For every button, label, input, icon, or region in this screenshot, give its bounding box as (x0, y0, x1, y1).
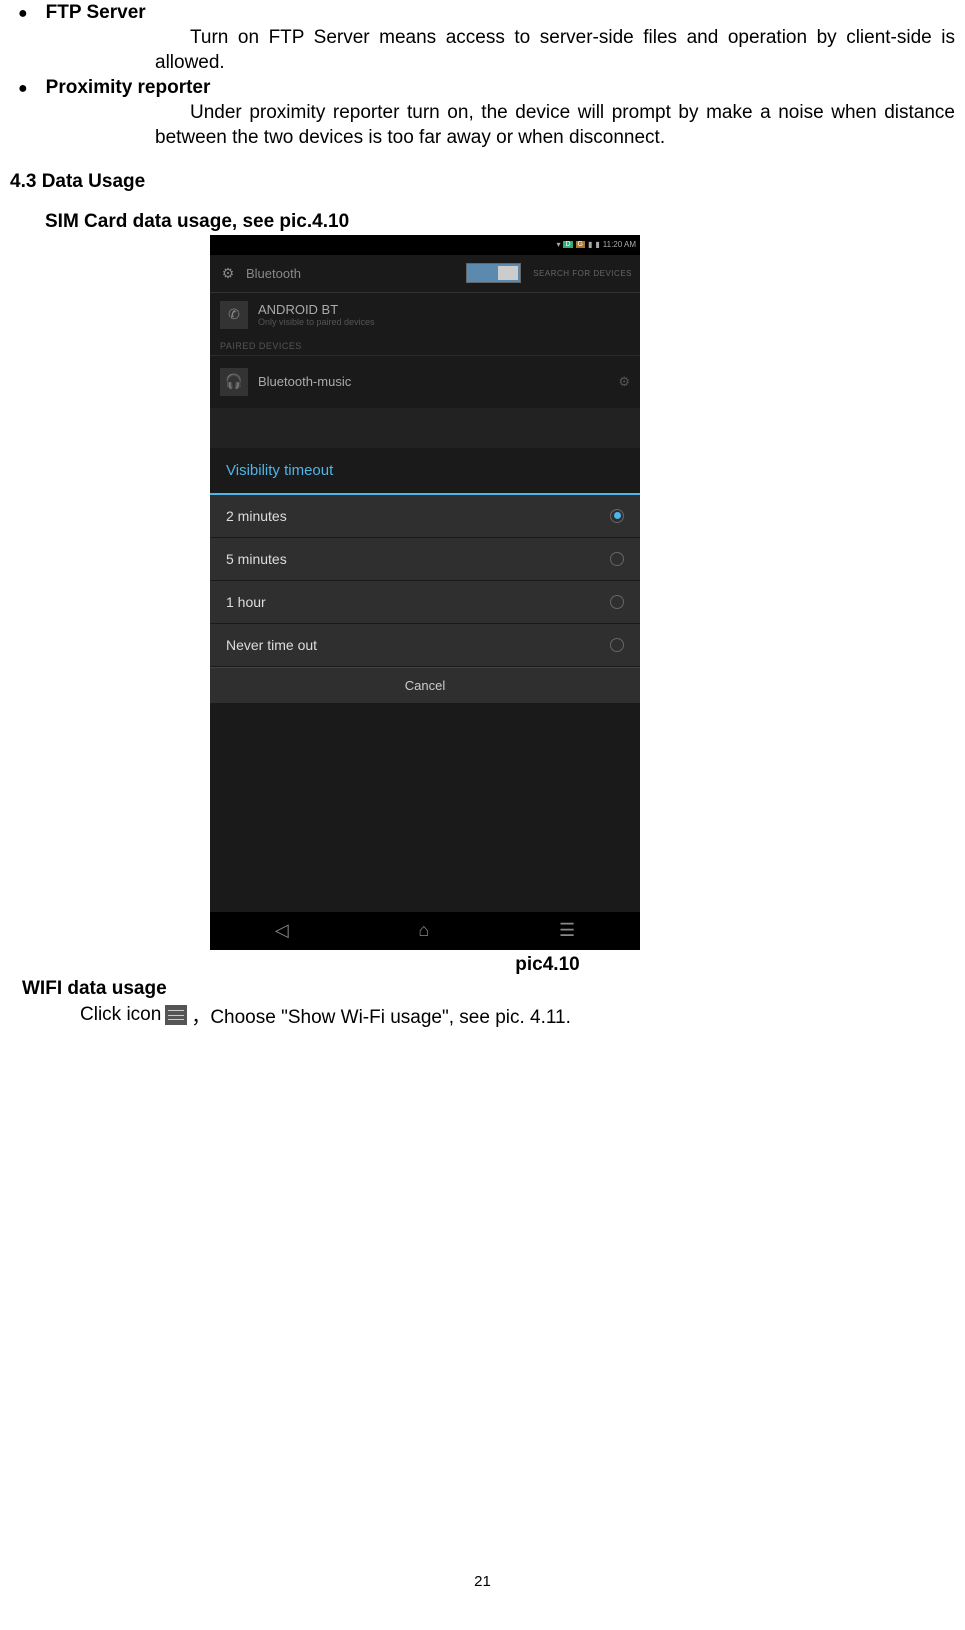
search-devices-button[interactable]: SEARCH FOR DEVICES (533, 269, 632, 278)
recent-button[interactable]: ☰ (559, 920, 575, 941)
bluetooth-toggle[interactable] (466, 263, 521, 283)
headphones-icon: 🎧 (220, 368, 248, 396)
sim-heading: SIM Card data usage, see pic.4.10 (45, 211, 955, 233)
cancel-button[interactable]: Cancel (210, 667, 640, 703)
radio-icon (610, 509, 624, 523)
device-name: ANDROID BT (258, 302, 375, 317)
option-label: 5 minutes (226, 551, 287, 567)
status-badge-g: G (576, 241, 585, 248)
dialog-title: Visibility timeout (210, 448, 640, 495)
option-label: 2 minutes (226, 508, 287, 524)
radio-icon (610, 552, 624, 566)
dialog: Visibility timeout 2 minutes 5 minutes 1… (210, 448, 640, 703)
gear-icon[interactable]: ⚙ (218, 263, 238, 283)
status-time: 11:20 AM (603, 240, 636, 249)
paired-device-name: Bluetooth-music (258, 374, 351, 389)
ftp-title: FTP Server (46, 2, 146, 24)
section-heading: 4.3 Data Usage (10, 171, 955, 193)
bullet-icon: ● (18, 80, 28, 98)
ftp-body: Turn on FTP Server means access to serve… (155, 26, 955, 75)
device-sub: Only visible to paired devices (258, 317, 375, 327)
nav-bar: ◁ ⌂ ☰ (210, 912, 640, 950)
option-label: 1 hour (226, 594, 266, 610)
paired-device-row[interactable]: 🎧 Bluetooth-music ⚙ (210, 355, 640, 408)
click-pre: Click icon (80, 1004, 161, 1026)
menu-icon (165, 1005, 187, 1025)
option-never[interactable]: Never time out (210, 624, 640, 667)
bluetooth-header: ⚙ Bluetooth SEARCH FOR DEVICES (210, 255, 640, 293)
toggle-knob (498, 266, 518, 280)
signal-icon: ▮ (588, 240, 592, 249)
radio-icon (610, 595, 624, 609)
wifi-heading: WIFI data usage (22, 978, 955, 1000)
empty-area (210, 703, 640, 912)
prox-body: Under proximity reporter turn on, the de… (155, 101, 955, 150)
radio-icon (610, 638, 624, 652)
device-screenshot: ▾ D G ▮ ▮ 11:20 AM ⚙ Bluetooth SEARCH FO… (210, 235, 640, 950)
own-device-row[interactable]: ✆ ANDROID BT Only visible to paired devi… (210, 293, 640, 337)
status-badge-d: D (563, 241, 572, 248)
option-1-hour[interactable]: 1 hour (210, 581, 640, 624)
caption: pic4.10 (140, 954, 955, 976)
phone-icon: ✆ (220, 301, 248, 329)
click-instruction: Click icon ，Choose "Show Wi-Fi usage", s… (80, 1002, 955, 1029)
status-bar: ▾ D G ▮ ▮ 11:20 AM (210, 235, 640, 255)
prox-title: Proximity reporter (46, 77, 211, 99)
paired-label: PAIRED DEVICES (210, 337, 640, 355)
settings-icon[interactable]: ⚙ (618, 374, 630, 390)
bullet-icon: ● (18, 5, 28, 23)
click-post: ，Choose "Show Wi-Fi usage", see pic. 4.1… (191, 1002, 571, 1029)
battery-icon: ▮ (595, 240, 599, 249)
wifi-icon: ▾ (556, 240, 560, 249)
option-2-minutes[interactable]: 2 minutes (210, 495, 640, 538)
option-label: Never time out (226, 637, 317, 653)
option-5-minutes[interactable]: 5 minutes (210, 538, 640, 581)
home-button[interactable]: ⌂ (418, 920, 429, 941)
bluetooth-title: Bluetooth (246, 266, 466, 281)
back-button[interactable]: ◁ (275, 920, 289, 941)
page-number: 21 (474, 1573, 491, 1590)
